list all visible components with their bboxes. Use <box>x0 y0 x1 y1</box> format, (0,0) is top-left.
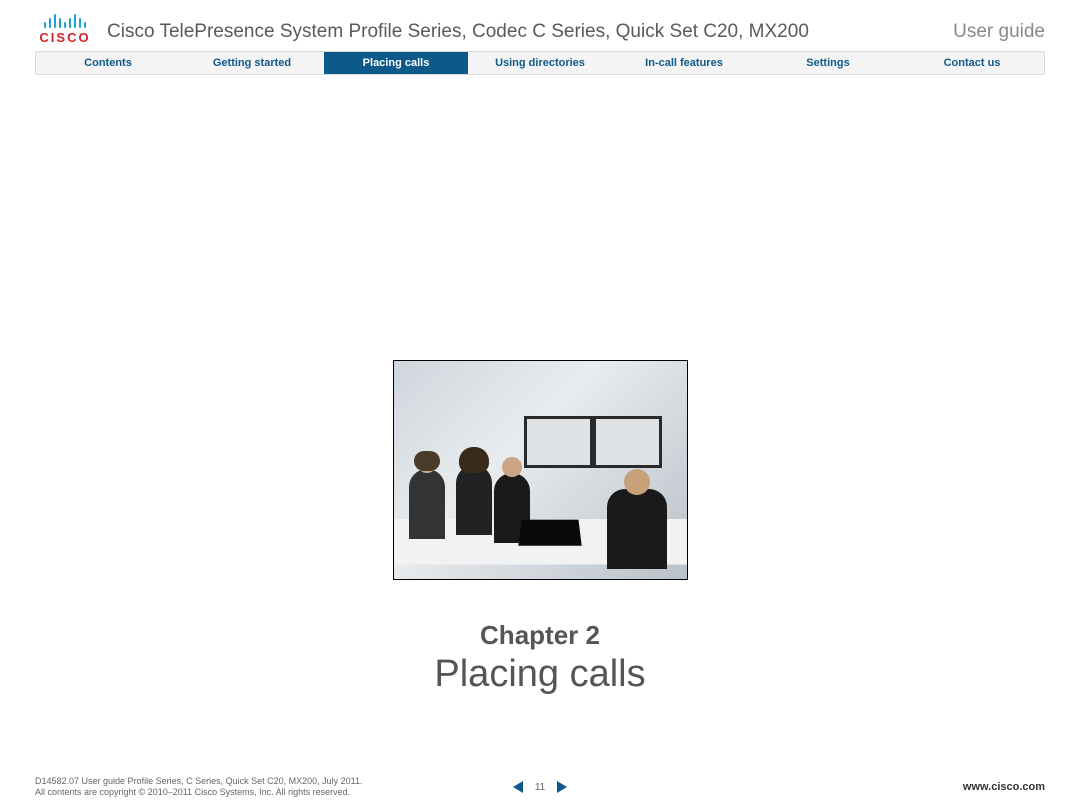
prev-page-icon[interactable] <box>513 781 523 793</box>
page-number: 11 <box>535 782 545 793</box>
tab-using-directories[interactable]: Using directories <box>468 52 612 74</box>
next-page-icon[interactable] <box>557 781 567 793</box>
tab-placing-calls[interactable]: Placing calls <box>324 52 468 74</box>
pager: 11 <box>513 781 567 793</box>
tab-settings[interactable]: Settings <box>756 52 900 74</box>
tab-getting-started[interactable]: Getting started <box>180 52 324 74</box>
nav-tabs: Contents Getting started Placing calls U… <box>35 51 1045 75</box>
footer: D14582.07 User guide Profile Series, C S… <box>35 776 1045 799</box>
cisco-logo: CISCO <box>35 10 95 45</box>
tab-in-call-features[interactable]: In-call features <box>612 52 756 74</box>
footer-doc-id: D14582.07 User guide Profile Series, C S… <box>35 776 513 788</box>
chapter-photo <box>393 360 688 580</box>
chapter-title: Placing calls <box>0 653 1080 696</box>
footer-rights: All contents are copyright © 2010–2011 C… <box>35 787 513 799</box>
chapter-intro: Chapter 2 Placing calls <box>0 360 1080 696</box>
tab-contents[interactable]: Contents <box>36 52 180 74</box>
document-type: User guide <box>953 21 1045 45</box>
header: CISCO Cisco TelePresence System Profile … <box>0 0 1080 51</box>
tab-contact-us[interactable]: Contact us <box>900 52 1044 74</box>
footer-copyright: D14582.07 User guide Profile Series, C S… <box>35 776 513 799</box>
footer-url: www.cisco.com <box>567 781 1045 793</box>
cisco-logo-bars-icon <box>35 10 95 28</box>
document-title: Cisco TelePresence System Profile Series… <box>107 21 953 45</box>
chapter-number: Chapter 2 <box>0 620 1080 651</box>
cisco-logo-text: CISCO <box>35 30 95 45</box>
